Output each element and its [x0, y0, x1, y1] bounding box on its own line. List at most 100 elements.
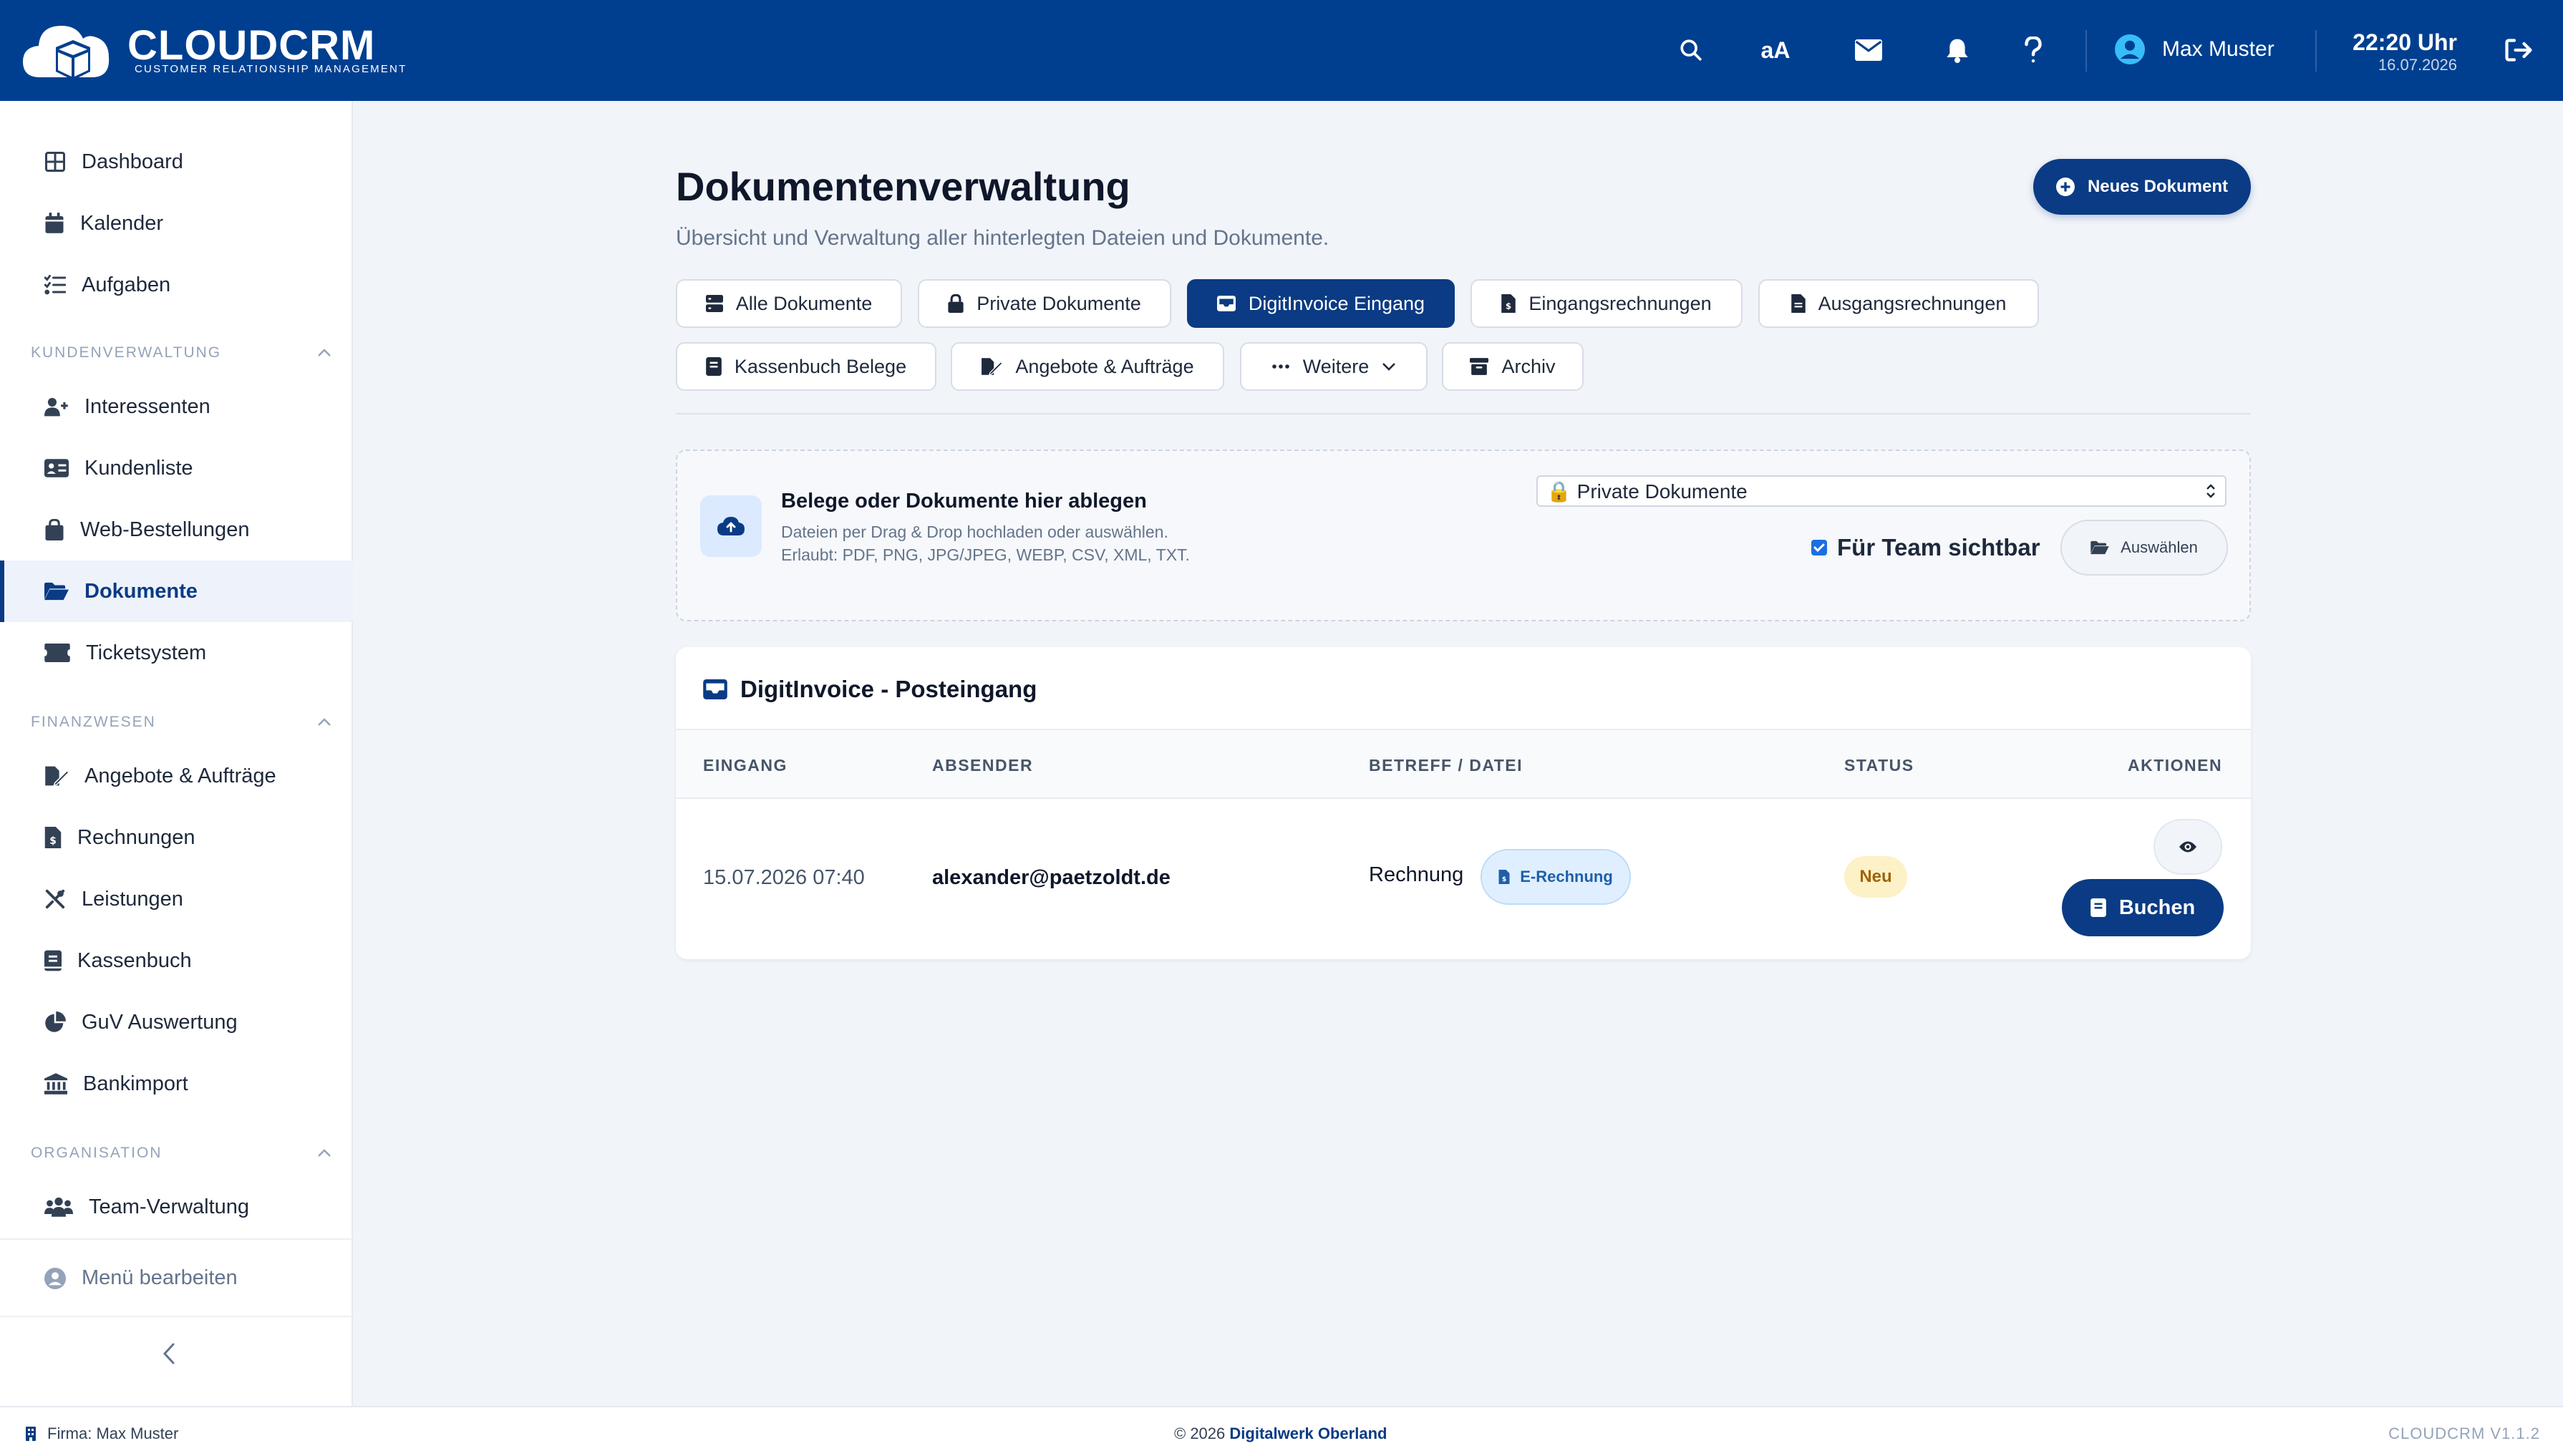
upload-drop-zone[interactable]: Belege oder Dokumente hier ablegen Datei… [676, 450, 2251, 621]
user-plus-icon [44, 397, 68, 417]
sidebar-item-interessenten[interactable]: Interessenten [0, 376, 353, 437]
user-menu[interactable]: Max Muster [2115, 34, 2274, 64]
footer-company: Firma: Max Muster [26, 1425, 178, 1443]
page-title: Dokumentenverwaltung [676, 164, 1130, 209]
tab-kassenbuch-belege[interactable]: Kassenbuch Belege [676, 342, 936, 391]
book-button[interactable]: Buchen [2062, 879, 2224, 936]
row-subject[interactable]: Rechnung [1369, 863, 1463, 887]
sidebar-item-dashboard[interactable]: Dashboard [0, 131, 353, 193]
search-button[interactable] [1672, 31, 1710, 69]
sidebar-item-label: Leistungen [82, 887, 183, 911]
user-circle-icon [44, 1267, 66, 1289]
file-signature-icon [45, 766, 69, 787]
book-button-label: Buchen [2118, 896, 2196, 919]
logout-icon [2505, 39, 2532, 62]
users-icon [44, 1197, 73, 1217]
clock-time: 22:20 Uhr [2353, 29, 2457, 55]
building-icon [26, 1427, 36, 1441]
sidebar-item-label: Rechnungen [77, 825, 195, 849]
sidebar-item-bankimport[interactable]: Bankimport [0, 1053, 353, 1115]
sidebar-item-ticketsystem[interactable]: Ticketsystem [0, 622, 353, 684]
tab-eingangsrechnungen[interactable]: $ Eingangsrechnungen [1471, 279, 1743, 328]
view-button[interactable] [2153, 819, 2222, 875]
shopping-bag-icon [45, 519, 64, 540]
svg-text:$: $ [1506, 301, 1511, 311]
new-document-button[interactable]: Neues Dokument [2033, 159, 2251, 215]
sidebar-item-rechnungen[interactable]: $ Rechnungen [0, 807, 353, 868]
column-header-betreff[interactable]: BETREFF / DATEI [1369, 756, 1523, 775]
column-header-status[interactable]: STATUS [1844, 756, 1914, 775]
mail-icon [1855, 39, 1882, 61]
sidebar-item-kassenbuch[interactable]: Kassenbuch [0, 930, 353, 991]
sidebar-item-label: Aufgaben [82, 273, 171, 296]
column-header-absender[interactable]: ABSENDER [932, 756, 1033, 775]
upload-heading: Belege oder Dokumente hier ablegen [781, 490, 1147, 513]
tab-angebote-auftraege[interactable]: Angebote & Aufträge [951, 342, 1224, 391]
sidebar-item-kalender[interactable]: Kalender [0, 193, 353, 254]
mail-button[interactable] [1850, 31, 1887, 69]
team-visible-toggle[interactable]: Für Team sichtbar [1811, 534, 2040, 561]
tab-label: Private Dokumente [977, 292, 1141, 314]
sidebar-item-dokumente[interactable]: Dokumente [0, 560, 353, 622]
grid-icon [45, 152, 65, 172]
sidebar-item-guv-auswertung[interactable]: GuV Auswertung [0, 991, 353, 1053]
sidebar-section-organisation[interactable]: ORGANISATION [31, 1145, 331, 1162]
upload-target-value: 🔒 Private Dokumente [1546, 480, 1748, 503]
upload-target-select[interactable]: 🔒 Private Dokumente [1536, 475, 2227, 507]
column-header-aktionen: AKTIONEN [2128, 756, 2223, 775]
column-header-eingang[interactable]: EINGANG [703, 756, 788, 775]
help-button[interactable] [2015, 31, 2052, 69]
sidebar-item-web-bestellungen[interactable]: Web-Bestellungen [0, 499, 353, 560]
sidebar-item-label: GuV Auswertung [82, 1010, 238, 1034]
sidebar-item-aufgaben[interactable]: Aufgaben [0, 254, 353, 316]
bell-icon [1947, 39, 1968, 63]
tab-label: Eingangsrechnungen [1528, 292, 1712, 314]
sidebar-item-leistungen[interactable]: Leistungen [0, 868, 353, 930]
sidebar-item-label: Dokumente [84, 579, 198, 603]
calendar-icon [45, 213, 64, 233]
chevron-left-icon [163, 1343, 175, 1364]
tab-archiv[interactable]: Archiv [1442, 342, 1584, 391]
sidebar-section-finanzwesen[interactable]: FINANZWESEN [31, 714, 331, 731]
chevron-up-icon [318, 1149, 331, 1157]
app-logo[interactable]: CLOUDCRM CUSTOMER RELATIONSHIP MANAGEMEN… [20, 16, 405, 87]
tab-weitere-dropdown[interactable]: Weitere [1240, 342, 1428, 391]
notifications-button[interactable] [1939, 31, 1976, 69]
sidebar-item-label: Ticketsystem [86, 641, 207, 664]
sidebar-item-kundenliste[interactable]: Kundenliste [0, 437, 353, 499]
tab-ausgangsrechnungen[interactable]: Ausgangsrechnungen [1758, 279, 2039, 328]
logout-button[interactable] [2500, 31, 2537, 69]
inbox-icon [703, 679, 727, 699]
inbox-icon [1216, 296, 1236, 311]
tab-label: DigitInvoice Eingang [1248, 292, 1425, 314]
check-icon [1813, 543, 1825, 553]
vendor-link[interactable]: Digitalwerk Oberland [1229, 1425, 1387, 1442]
menu-edit-button[interactable]: Menü bearbeiten [44, 1266, 238, 1290]
menu-edit-label: Menü bearbeiten [82, 1266, 238, 1289]
text-size-button[interactable]: aA [1757, 31, 1794, 69]
tools-icon [45, 889, 65, 909]
tab-digitinvoice-eingang[interactable]: DigitInvoice Eingang [1187, 279, 1455, 328]
choose-file-label: Auswählen [2121, 538, 2198, 556]
e-rechnung-badge[interactable]: $ E-Rechnung [1481, 849, 1631, 905]
team-visible-checkbox[interactable] [1811, 540, 1827, 555]
sidebar-item-team-verwaltung[interactable]: Team-Verwaltung [0, 1176, 353, 1238]
ticket-icon [44, 644, 70, 662]
tab-alle-dokumente[interactable]: Alle Dokumente [676, 279, 902, 328]
sidebar-item-label: Bankimport [83, 1072, 188, 1095]
header-divider [2315, 30, 2317, 72]
sidebar-divider [0, 1316, 353, 1317]
footer-copyright: © 2026 Digitalwerk Oberland [1174, 1425, 1387, 1443]
tab-private-dokumente[interactable]: Private Dokumente [918, 279, 1171, 328]
inbox-card: DigitInvoice - Posteingang EINGANG ABSEN… [676, 647, 2251, 959]
sidebar-item-label: Kassenbuch [77, 948, 192, 972]
folder-open-icon [2090, 540, 2109, 555]
sidebar-item-angebote-auftraege[interactable]: Angebote & Aufträge [0, 745, 353, 807]
sidebar-collapse-button[interactable] [162, 1342, 176, 1365]
invoice-icon: $ [44, 827, 62, 848]
sidebar-item-label: Kalender [80, 211, 164, 235]
sidebar-section-kundenverwaltung[interactable]: KUNDENVERWALTUNG [31, 344, 331, 361]
e-rechnung-label: E-Rechnung [1520, 868, 1613, 885]
file-invoice-icon: $ [1498, 870, 1510, 884]
choose-file-button[interactable]: Auswählen [2060, 520, 2228, 576]
